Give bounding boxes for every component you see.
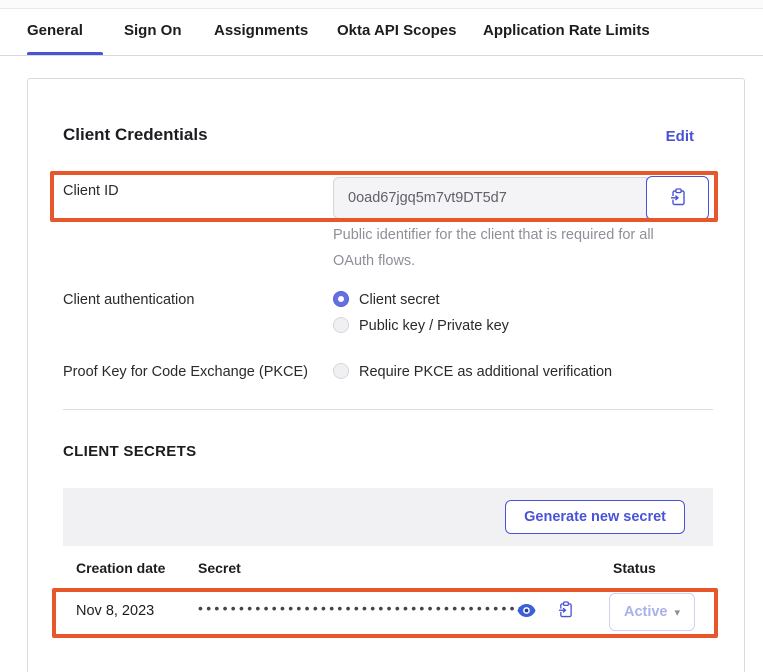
client-secrets-toolbar: Generate new secret	[63, 488, 713, 546]
general-settings-card: Client Credentials Edit Client ID 0oad67…	[27, 78, 745, 672]
okta-app-settings-page: General Sign On Assignments Okta API Sco…	[0, 0, 763, 672]
generate-new-secret-button[interactable]: Generate new secret	[505, 500, 685, 534]
copy-client-id-button[interactable]	[646, 176, 709, 220]
column-header-creation-date: Creation date	[76, 560, 165, 576]
tab-general[interactable]: General	[27, 22, 83, 39]
secret-row-creation-date: Nov 8, 2023	[76, 603, 154, 619]
radio-client-secret[interactable]	[333, 291, 349, 307]
secret-status-dropdown[interactable]: Active ▾	[609, 593, 695, 631]
caret-down-icon: ▾	[675, 606, 681, 619]
section-divider	[63, 409, 713, 410]
tab-application-rate-limits[interactable]: Application Rate Limits	[483, 22, 650, 39]
status-badge: Active	[624, 604, 668, 620]
pkce-option-label[interactable]: Require PKCE as additional verification	[359, 364, 612, 380]
clipboard-copy-icon	[558, 606, 573, 621]
edit-link[interactable]: Edit	[666, 128, 694, 145]
radio-public-private-key-label[interactable]: Public key / Private key	[359, 318, 509, 334]
radio-public-private-key[interactable]	[333, 317, 349, 333]
pkce-label: Proof Key for Code Exchange (PKCE)	[63, 364, 308, 380]
clipboard-copy-icon	[670, 188, 686, 209]
client-id-helper-text: Public identifier for the client that is…	[333, 222, 685, 274]
radio-client-secret-label[interactable]: Client secret	[359, 292, 440, 308]
client-id-input[interactable]: 0oad67jgq5m7vt9DT5d7	[333, 177, 647, 219]
tab-assignments[interactable]: Assignments	[214, 22, 308, 39]
secret-masked-value: ••••••••••••••••••••••••••••••••••••••••	[198, 600, 526, 616]
tabbar-divider	[0, 55, 763, 56]
eye-icon	[517, 605, 536, 620]
page-top-strip	[0, 0, 763, 9]
tab-okta-api-scopes[interactable]: Okta API Scopes	[337, 22, 457, 39]
copy-secret-button[interactable]	[558, 601, 573, 618]
client-authentication-label: Client authentication	[63, 292, 194, 308]
client-id-label: Client ID	[63, 183, 119, 199]
column-header-status: Status	[613, 560, 656, 576]
tab-sign-on[interactable]: Sign On	[124, 22, 182, 39]
reveal-secret-button[interactable]	[517, 604, 536, 617]
pkce-checkbox[interactable]	[333, 363, 349, 379]
client-credentials-title: Client Credentials	[63, 125, 208, 145]
column-header-secret: Secret	[198, 560, 241, 576]
client-secrets-title: CLIENT SECRETS	[63, 443, 196, 460]
